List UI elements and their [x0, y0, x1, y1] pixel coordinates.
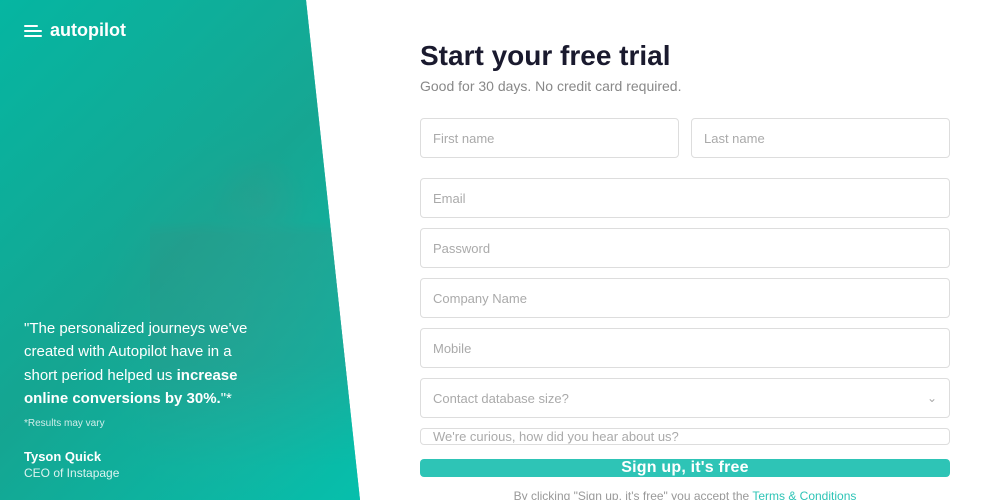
hear-about-input[interactable]	[420, 428, 950, 445]
page-title: Start your free trial	[420, 40, 950, 72]
right-panel: Start your free trial Good for 30 days. …	[360, 0, 1000, 500]
last-name-group	[691, 118, 950, 158]
company-name-input[interactable]	[420, 278, 950, 318]
quote-section: "The personalized journeys we've created…	[24, 317, 336, 480]
name-row	[420, 118, 950, 168]
contact-db-select[interactable]: Contact database size? < 100 100 - 1,000…	[433, 379, 937, 417]
page-subtitle: Good for 30 days. No credit card require…	[420, 78, 950, 94]
mobile-group	[420, 328, 950, 368]
company-name-group	[420, 278, 950, 318]
first-name-group	[420, 118, 679, 158]
results-note: *Results may vary	[24, 418, 336, 429]
email-group	[420, 178, 950, 218]
logo: autopilot	[24, 20, 336, 41]
mobile-input[interactable]	[420, 328, 950, 368]
attribution-title: CEO of Instapage	[24, 466, 336, 480]
contact-db-group: Contact database size? < 100 100 - 1,000…	[420, 378, 950, 418]
terms-link[interactable]: Terms & Conditions	[752, 489, 856, 500]
first-name-input[interactable]	[420, 118, 679, 158]
signup-button[interactable]: Sign up, it's free	[420, 459, 950, 477]
logo-icon	[24, 25, 42, 37]
quote-text: "The personalized journeys we've created…	[24, 317, 264, 410]
terms-text: By clicking "Sign up, it's free" you acc…	[420, 489, 950, 500]
email-input[interactable]	[420, 178, 950, 218]
attribution-name: Tyson Quick	[24, 449, 336, 464]
last-name-input[interactable]	[691, 118, 950, 158]
logo-text: autopilot	[50, 20, 126, 41]
password-group	[420, 228, 950, 268]
contact-db-select-wrapper[interactable]: Contact database size? < 100 100 - 1,000…	[420, 378, 950, 418]
password-input[interactable]	[420, 228, 950, 268]
left-panel: autopilot "The personalized journeys we'…	[0, 0, 360, 500]
